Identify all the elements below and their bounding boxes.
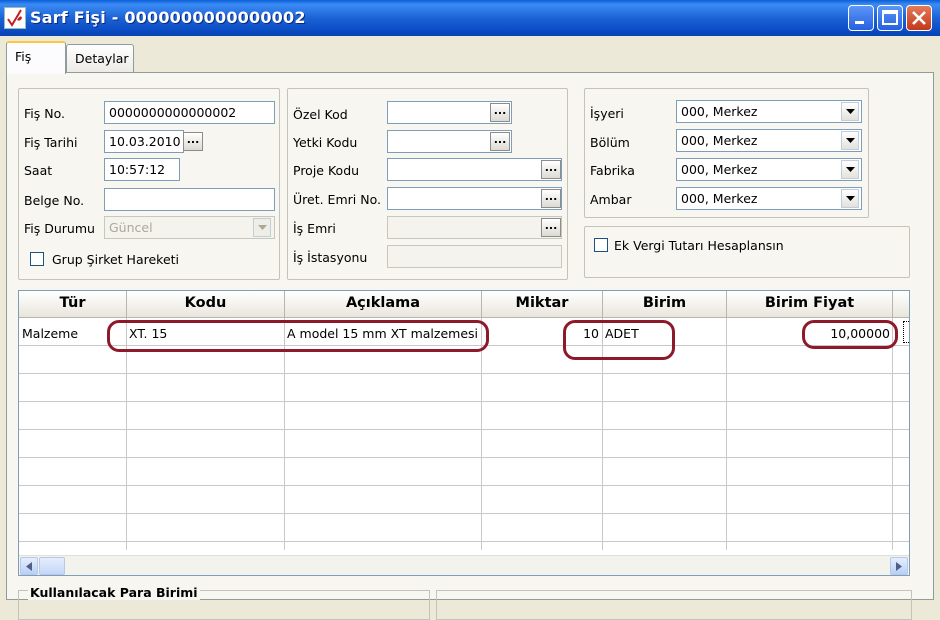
- chevron-right-icon: [896, 562, 902, 571]
- maximize-button[interactable]: [877, 5, 903, 31]
- grid-row-divider: [19, 485, 909, 486]
- is-istasyonu-label: İş İstasyonu: [293, 250, 368, 265]
- grid-header: Tür Kodu Açıklama Miktar Birim Birim Fiy…: [19, 291, 909, 318]
- uret-emri-lookup-button[interactable]: ...: [541, 189, 561, 208]
- fabrika-label: Fabrika: [590, 163, 635, 178]
- is-emri-field[interactable]: [387, 216, 562, 239]
- proje-kodu-field[interactable]: [387, 158, 562, 181]
- grid-divider: [126, 318, 127, 550]
- fis-tarihi-field[interactable]: 10.03.2010: [104, 130, 184, 153]
- uret-emri-label: Üret. Emri No.: [293, 192, 381, 207]
- minimize-button[interactable]: [848, 5, 874, 31]
- fis-no-field[interactable]: 0000000000000002: [104, 101, 275, 124]
- app-logo-icon[interactable]: [4, 7, 26, 29]
- proje-kodu-lookup-button[interactable]: ...: [541, 160, 561, 179]
- cell-focus-indicator: [903, 321, 909, 343]
- column-header-miktar[interactable]: Miktar: [482, 291, 603, 318]
- bolum-select[interactable]: 000, Merkez: [676, 129, 862, 152]
- scroll-left-button[interactable]: [20, 557, 38, 575]
- saat-field[interactable]: 10:57:12: [104, 158, 180, 181]
- chevron-down-icon: [845, 138, 855, 143]
- chevron-left-icon: [26, 562, 32, 571]
- tab-fis-label: Fiş: [15, 49, 32, 64]
- chevron-down-icon: [845, 167, 855, 172]
- totals-group: [436, 590, 912, 620]
- bolum-dropdown-button[interactable]: [841, 131, 859, 150]
- sarf-fisi-window: Sarf Fişi - 0000000000000002 Fiş Detayla…: [0, 0, 940, 620]
- line-items-grid[interactable]: Tür Kodu Açıklama Miktar Birim Birim Fiy…: [18, 290, 910, 576]
- is-istasyonu-field[interactable]: [387, 245, 562, 268]
- proje-kodu-label: Proje Kodu: [293, 163, 360, 178]
- ambar-dropdown-button[interactable]: [841, 189, 859, 208]
- tab-fis[interactable]: Fiş: [6, 41, 66, 74]
- isyeri-label: İşyeri: [590, 106, 624, 121]
- grid-row-divider: [19, 401, 909, 402]
- grid-divider: [892, 318, 893, 550]
- grid-row-divider: [19, 541, 909, 542]
- column-header-birim-fiyat[interactable]: Birim Fiyat: [727, 291, 893, 318]
- column-header-kodu[interactable]: Kodu: [127, 291, 285, 318]
- close-icon: [912, 11, 926, 25]
- grid-row-divider: [19, 429, 909, 430]
- column-header-birim[interactable]: Birim: [603, 291, 727, 318]
- tab-detaylar[interactable]: Detaylar: [66, 44, 134, 72]
- ozel-kod-lookup-button[interactable]: ...: [490, 103, 510, 122]
- fis-tarihi-lookup-button[interactable]: ...: [183, 132, 203, 151]
- highlight-oval-kodu-aciklama: [107, 320, 489, 352]
- cell-tur[interactable]: Malzeme: [22, 326, 78, 341]
- chevron-down-icon: [845, 196, 855, 201]
- bolum-label: Bölüm: [590, 135, 630, 150]
- window-title: Sarf Fişi - 0000000000000002: [30, 8, 306, 27]
- fis-durumu-label: Fiş Durumu: [24, 221, 95, 236]
- fis-durumu-select[interactable]: Güncel: [104, 216, 275, 239]
- column-header-aciklama[interactable]: Açıklama: [285, 291, 482, 318]
- grid-row-divider: [19, 457, 909, 458]
- grup-sirket-label: Grup Şirket Hareketi: [52, 252, 180, 267]
- fabrika-select[interactable]: 000, Merkez: [676, 158, 862, 181]
- grup-sirket-checkbox[interactable]: [30, 252, 44, 266]
- scroll-right-button[interactable]: [890, 557, 908, 575]
- column-header-tur[interactable]: Tür: [19, 291, 127, 318]
- ek-vergi-checkbox[interactable]: [594, 238, 608, 252]
- horizontal-scrollbar[interactable]: [19, 555, 909, 575]
- yetki-kodu-lookup-button[interactable]: ...: [490, 132, 510, 151]
- column-header-overflow[interactable]: [893, 291, 909, 318]
- grid-divider: [284, 318, 285, 550]
- saat-label: Saat: [24, 163, 53, 178]
- fis-no-label: Fiş No.: [24, 106, 65, 121]
- grid-row-divider: [19, 373, 909, 374]
- chevron-down-icon: [257, 225, 267, 230]
- uret-emri-field[interactable]: [387, 187, 562, 210]
- belge-no-field[interactable]: [104, 188, 275, 211]
- belge-no-label: Belge No.: [24, 193, 85, 208]
- ambar-select[interactable]: 000, Merkez: [676, 187, 862, 210]
- is-emri-label: İş Emri: [293, 221, 336, 236]
- grid-divider: [481, 318, 482, 550]
- ozel-kod-label: Özel Kod: [293, 107, 348, 122]
- scroll-thumb[interactable]: [39, 557, 65, 575]
- close-button[interactable]: [906, 5, 932, 31]
- fis-durumu-dropdown-button[interactable]: [253, 218, 271, 237]
- isyeri-dropdown-button[interactable]: [841, 102, 859, 121]
- grid-divider: [726, 318, 727, 550]
- ambar-label: Ambar: [590, 192, 632, 207]
- para-birimi-label: Kullanılacak Para Birimi: [28, 585, 200, 600]
- isyeri-select[interactable]: 000, Merkez: [676, 100, 862, 123]
- minimize-icon: [855, 21, 864, 24]
- ek-vergi-label: Ek Vergi Tutarı Hesaplansın: [614, 238, 784, 253]
- is-emri-lookup-button[interactable]: ...: [541, 218, 561, 237]
- maximize-icon: [882, 10, 898, 25]
- yetki-kodu-label: Yetki Kodu: [293, 135, 358, 150]
- fabrika-dropdown-button[interactable]: [841, 160, 859, 179]
- grid-row-divider: [19, 513, 909, 514]
- chevron-down-icon: [845, 109, 855, 114]
- title-bar[interactable]: Sarf Fişi - 0000000000000002: [0, 0, 940, 36]
- fis-tarihi-label: Fiş Tarihi: [24, 135, 78, 150]
- highlight-oval-birim-fiyat: [802, 320, 898, 349]
- highlight-oval-miktar-birim: [563, 320, 675, 360]
- tab-detaylar-label: Detaylar: [75, 51, 129, 66]
